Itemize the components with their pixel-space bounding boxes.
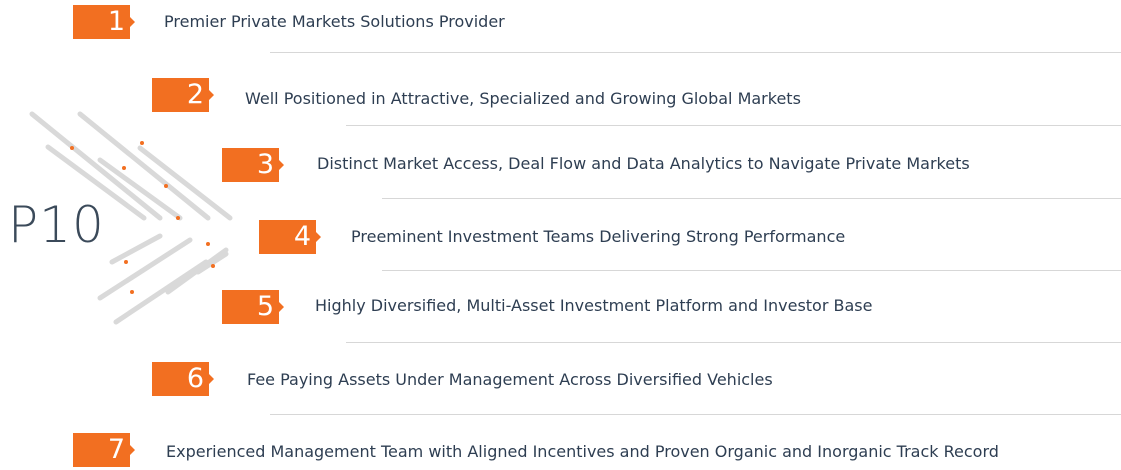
item-number-badge-1: 1	[73, 5, 135, 39]
divider	[346, 342, 1121, 343]
badge-arrow-shape	[222, 148, 284, 182]
item-number: 6	[186, 363, 204, 394]
item-label-7: Experienced Management Team with Aligned…	[166, 442, 999, 461]
p10-highlights-diagram: P10 1 Premier Private Markets Solutions …	[0, 0, 1121, 470]
divider	[346, 125, 1121, 126]
item-label-3: Distinct Market Access, Deal Flow and Da…	[317, 154, 970, 173]
item-number-badge-7: 7	[73, 433, 135, 467]
item-label-2: Well Positioned in Attractive, Specializ…	[245, 89, 801, 108]
divider	[382, 198, 1121, 199]
item-number: 2	[186, 79, 204, 110]
item-number-badge-2: 2	[152, 78, 214, 112]
divider	[270, 414, 1121, 415]
item-number: 1	[107, 6, 125, 37]
badge-arrow-shape	[152, 78, 214, 112]
item-label-1: Premier Private Markets Solutions Provid…	[164, 12, 505, 31]
item-number-badge-4: 4	[259, 220, 321, 254]
badge-arrow-shape	[73, 433, 135, 467]
p10-logo: P10	[8, 196, 105, 254]
badge-arrow-shape	[152, 362, 214, 396]
item-number: 5	[256, 291, 274, 322]
badge-arrow-shape	[73, 5, 135, 39]
badge-arrow-shape	[259, 220, 321, 254]
item-label-4: Preeminent Investment Teams Delivering S…	[351, 227, 846, 246]
item-number-badge-6: 6	[152, 362, 214, 396]
item-number: 3	[256, 149, 274, 180]
divider	[270, 52, 1121, 53]
item-number: 4	[293, 221, 311, 252]
divider	[382, 270, 1121, 271]
p10-stripes-graphic	[29, 111, 233, 325]
item-label-5: Highly Diversified, Multi-Asset Investme…	[315, 296, 873, 315]
item-number: 7	[107, 434, 125, 465]
item-label-6: Fee Paying Assets Under Management Acros…	[247, 370, 773, 389]
item-number-badge-3: 3	[222, 148, 284, 182]
badge-arrow-shape	[222, 290, 284, 324]
item-number-badge-5: 5	[222, 290, 284, 324]
